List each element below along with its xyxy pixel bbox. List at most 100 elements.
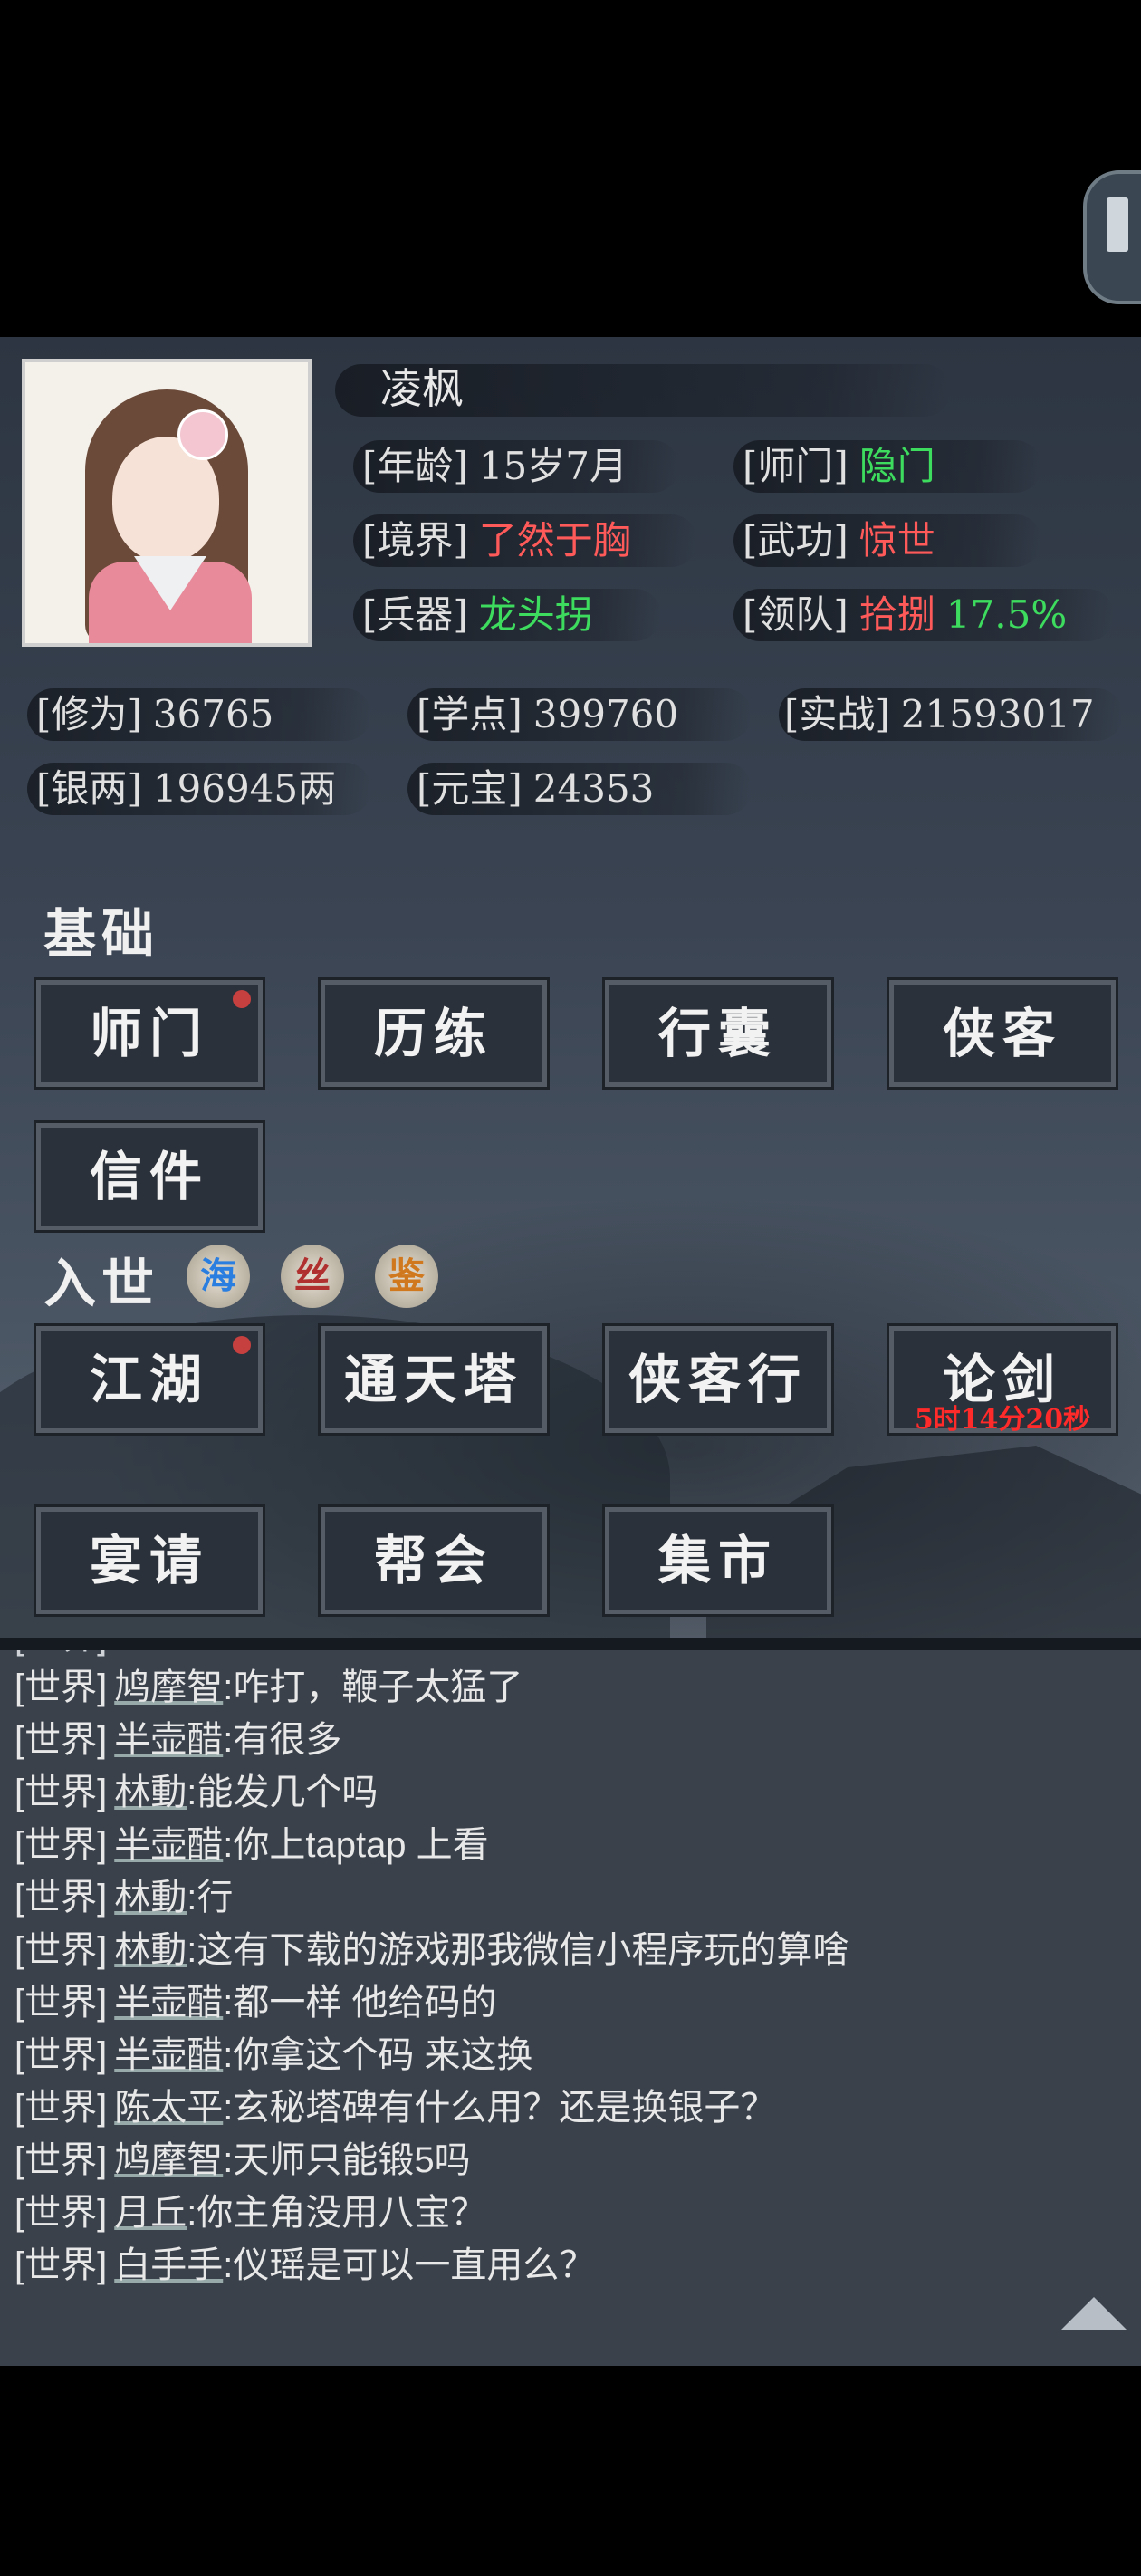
- chat-text: :有很多: [223, 1720, 342, 1760]
- sea-badge-icon[interactable]: 海: [187, 1245, 250, 1308]
- study-label: [学点]: [417, 692, 523, 736]
- realm-row: [境界] 了然于胸: [362, 514, 631, 567]
- combat-value: 21593017: [900, 692, 1095, 736]
- mail-button-label: 信件: [89, 1146, 209, 1207]
- scroll-icon: [1107, 197, 1128, 252]
- tower-button-label: 通天塔: [343, 1349, 523, 1410]
- age-row: [年龄] 15岁7月: [362, 440, 628, 493]
- martial-value: 惊世: [858, 518, 935, 562]
- cultivation-value: 36765: [152, 692, 274, 736]
- combat-label: [实战]: [784, 692, 890, 736]
- chat-message: [世界] 白手手:仪瑶是可以一直用么？: [14, 2239, 595, 2292]
- mail-button[interactable]: 信件: [34, 1120, 265, 1233]
- jianghu-button-label: 江湖: [89, 1349, 209, 1410]
- jianghu-button[interactable]: 江湖: [34, 1323, 265, 1436]
- chat-message: [世界] 林動:这有下载的游戏那我微信小程序玩的算啥: [14, 1924, 849, 1976]
- martial-row: [武功] 惊世: [743, 514, 935, 567]
- chat-text: :你主角没用八宝？: [187, 2193, 487, 2233]
- banquet-button[interactable]: 宴请: [34, 1504, 265, 1617]
- chat-message: [世界] 半壶醋:你上taptap 上看: [14, 1819, 489, 1871]
- chat-message: [世界] 半壶醋:你拿这个码 来这换: [14, 2029, 532, 2081]
- notification-dot: [233, 1336, 251, 1354]
- chat-username[interactable]: 半壶醋: [114, 1983, 223, 2023]
- inventory-button-label: 行囊: [657, 1003, 778, 1064]
- chat-username[interactable]: 林動: [114, 1930, 187, 1970]
- chat-username[interactable]: 月丘: [114, 2193, 187, 2233]
- team-percent: 17.5%: [945, 592, 1068, 637]
- ingot-label: [元宝]: [417, 766, 523, 811]
- chat-channel: [世界]: [14, 1825, 108, 1865]
- silver-row: [银两] 196945两: [36, 763, 336, 815]
- chat-channel: [世界]: [14, 1773, 108, 1812]
- market-button[interactable]: 集市: [602, 1504, 834, 1617]
- training-button[interactable]: 历练: [318, 977, 550, 1090]
- sect-button[interactable]: 师门: [34, 977, 265, 1090]
- weapon-label: [兵器]: [362, 592, 468, 637]
- chat-channel: [世界]: [14, 2245, 108, 2285]
- chat-channel: [世界]: [14, 1983, 108, 2023]
- world-section-title: 入世: [43, 1253, 160, 1314]
- chat-channel: [世界]: [14, 2088, 108, 2128]
- team-value: 拾捌: [858, 592, 935, 637]
- chat-message: [世界] 鸠摩智:咋打，鞭子太猛了: [14, 1661, 523, 1714]
- chat-username[interactable]: 白手手: [114, 2245, 223, 2285]
- notification-dot: [233, 990, 251, 1008]
- heroes-button[interactable]: 侠客: [887, 977, 1118, 1090]
- combat-row: [实战] 21593017: [784, 688, 1095, 741]
- weapon-value[interactable]: 龙头拐: [479, 592, 593, 637]
- chat-channel: [世界]: [14, 2035, 108, 2075]
- training-button-label: 历练: [373, 1003, 494, 1064]
- chat-channel: [世界]: [14, 1930, 108, 1970]
- chat-channel: [世界]: [14, 2140, 108, 2180]
- cultivation-row: [修为] 36765: [36, 688, 273, 741]
- character-portrait[interactable]: [22, 359, 312, 647]
- guild-button[interactable]: 帮会: [318, 1504, 550, 1617]
- chat-text: :能发几个吗: [187, 1773, 379, 1812]
- sect-value: 隐门: [858, 444, 935, 488]
- chat-username[interactable]: 半壶醋: [114, 1825, 223, 1865]
- chat-message: [世界] 陈太平:玄秘塔碑有什么用？还是换银子？: [14, 2081, 776, 2134]
- basics-section-title: 基础: [43, 903, 160, 965]
- chat-channel: [世界]: [14, 1878, 108, 1918]
- inventory-button[interactable]: 行囊: [602, 977, 834, 1090]
- chat-username[interactable]: 半壶醋: [114, 2035, 223, 2075]
- chat-text: :玄秘塔碑有什么用？还是换银子？: [223, 2088, 777, 2128]
- world-chat-panel[interactable]: [世界] [世界]鸠摩智:咋打，鞭子太猛了[世界]半壶醋:有很多[世界]林動:能…: [0, 1641, 1141, 2366]
- chat-message: [世界] 月丘:你主角没用八宝？: [14, 2187, 486, 2239]
- team-row: [领队] 拾捌 17.5%: [743, 589, 1067, 641]
- chat-username[interactable]: 林動: [114, 1773, 187, 1812]
- character-name: 凌枫: [380, 364, 464, 413]
- sect-label: [师门]: [743, 444, 849, 488]
- chat-username[interactable]: 半壶醋: [114, 1720, 223, 1760]
- hero-journey-button-label: 侠客行: [628, 1349, 808, 1410]
- martial-label: [武功]: [743, 518, 849, 562]
- chat-username[interactable]: 鸠摩智: [114, 1668, 223, 1707]
- chat-message: [世界] 半壶醋:有很多: [14, 1714, 341, 1766]
- duel-button-label: 论剑: [942, 1349, 1062, 1410]
- chat-channel: [世界]: [14, 1720, 108, 1760]
- status-bar-area: [0, 0, 1141, 337]
- chat-username[interactable]: 鸠摩智: [114, 2140, 223, 2180]
- chat-channel: [世界]: [14, 2193, 108, 2233]
- guild-button-label: 帮会: [373, 1530, 494, 1591]
- chat-text: :仪瑶是可以一直用么？: [223, 2245, 596, 2285]
- hero-journey-button[interactable]: 侠客行: [602, 1323, 834, 1436]
- bottom-bar-area: [0, 2366, 1141, 2576]
- duel-button[interactable]: 论剑 5时14分20秒: [887, 1323, 1118, 1436]
- heroes-button-label: 侠客: [942, 1003, 1062, 1064]
- chat-divider: [0, 1638, 1141, 1650]
- tower-button[interactable]: 通天塔: [318, 1323, 550, 1436]
- side-menu-tab[interactable]: [1083, 170, 1141, 304]
- chat-message: [世界] 鸠摩智:天师只能锻5吗: [14, 2134, 471, 2187]
- chat-message: [世界] 半壶醋:都一样 他给码的: [14, 1976, 496, 2029]
- appraise-badge-icon[interactable]: 鉴: [375, 1245, 438, 1308]
- ingot-value: 24353: [532, 766, 655, 811]
- chat-text: :你拿这个码 来这换: [223, 2035, 533, 2075]
- study-value: 399760: [532, 692, 679, 736]
- chat-username[interactable]: 林動: [114, 1878, 187, 1918]
- chat-text: :天师只能锻5吗: [223, 2140, 471, 2180]
- scroll-up-icon[interactable]: [1061, 2297, 1127, 2330]
- chat-text: :这有下载的游戏那我微信小程序玩的算啥: [187, 1930, 849, 1970]
- chat-username[interactable]: 陈太平: [114, 2088, 223, 2128]
- silk-badge-icon[interactable]: 丝: [281, 1245, 344, 1308]
